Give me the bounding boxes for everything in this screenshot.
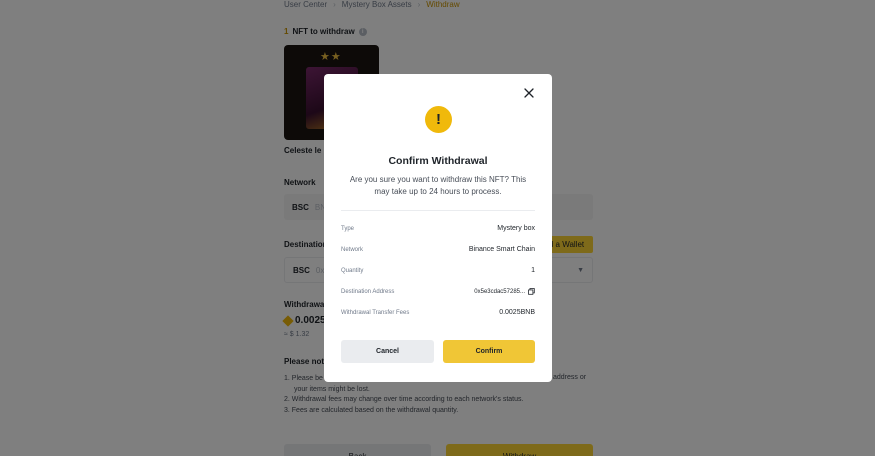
dialog-description: Are you sure you want to withdraw this N… xyxy=(349,175,527,196)
detail-row-destination-address: Destination Address 0x5e3cdac57285... xyxy=(341,288,535,295)
detail-row-quantity: Quantity 1 xyxy=(341,267,535,274)
detail-value: 0.0025BNB xyxy=(499,309,535,316)
detail-key: Type xyxy=(341,225,355,232)
detail-value: Binance Smart Chain xyxy=(468,246,535,253)
close-icon xyxy=(524,88,534,98)
detail-value: Mystery box xyxy=(497,225,535,232)
detail-value-wrapper: 0x5e3cdac57285... xyxy=(474,288,535,295)
warning-icon: ! xyxy=(425,106,452,133)
dialog-title: Confirm Withdrawal xyxy=(388,155,488,167)
detail-key: Network xyxy=(341,246,364,253)
confirm-withdrawal-dialog: ! Confirm Withdrawal Are you sure you wa… xyxy=(324,74,552,382)
detail-key: Destination Address xyxy=(341,288,395,295)
confirm-button[interactable]: Confirm xyxy=(443,340,535,363)
detail-row-network: Network Binance Smart Chain xyxy=(341,246,535,253)
detail-row-transfer-fees: Withdrawal Transfer Fees 0.0025BNB xyxy=(341,309,535,316)
detail-key: Withdrawal Transfer Fees xyxy=(341,309,410,316)
close-button[interactable] xyxy=(521,85,537,101)
detail-value: 1 xyxy=(531,267,535,274)
dialog-divider xyxy=(341,210,535,211)
detail-key: Quantity xyxy=(341,267,364,274)
detail-row-type: Type Mystery box xyxy=(341,225,535,232)
copy-icon[interactable] xyxy=(528,288,535,295)
destination-address-value: 0x5e3cdac57285... xyxy=(474,288,525,295)
cancel-button[interactable]: Cancel xyxy=(341,340,434,363)
